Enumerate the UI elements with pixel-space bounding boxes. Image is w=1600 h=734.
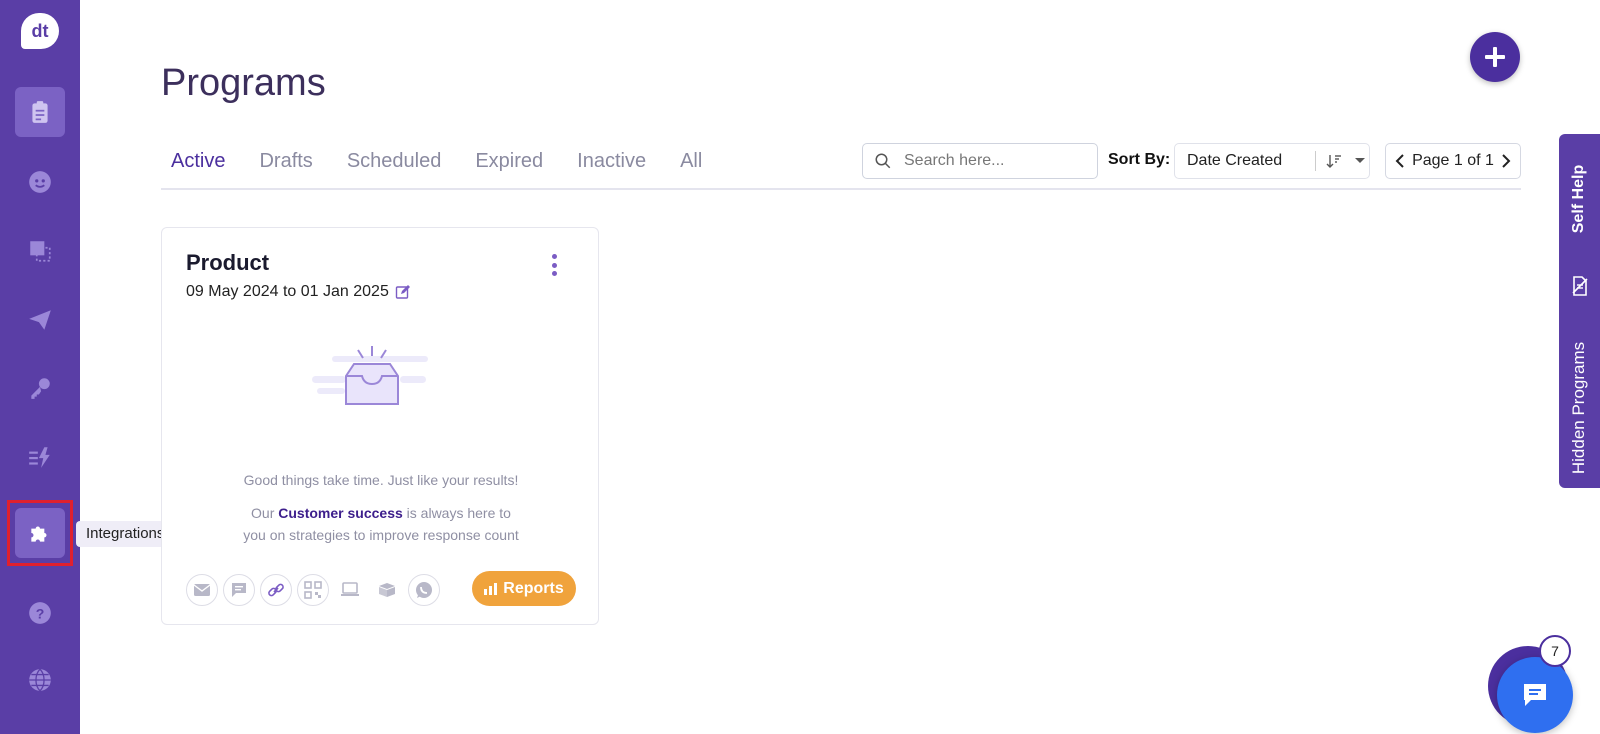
- email-icon[interactable]: [186, 574, 218, 606]
- help-icon: ?: [29, 602, 51, 624]
- date-start: 09 May 2024: [186, 283, 279, 300]
- chevron-down-icon: [1355, 158, 1365, 163]
- squares-icon: [30, 241, 51, 262]
- support-line3: you on strategies to improve response co…: [243, 527, 519, 543]
- reports-label: Reports: [503, 579, 564, 597]
- chat-icon: [1524, 684, 1546, 706]
- search-box: [862, 143, 1098, 179]
- date-to: to: [282, 283, 297, 300]
- box-icon[interactable]: [371, 574, 403, 606]
- chat-button[interactable]: [1497, 657, 1573, 733]
- program-dates: 09 May 2024 to 01 Jan 2025: [186, 283, 411, 301]
- link-icon[interactable]: [260, 574, 292, 606]
- edit-icon[interactable]: [395, 284, 411, 300]
- sidebar: dt ?: [0, 0, 80, 734]
- empty-inbox-illustration: [312, 346, 428, 405]
- highlight-box: [7, 500, 73, 566]
- sidebar-item-respondents[interactable]: [15, 157, 65, 207]
- sms-icon[interactable]: [223, 574, 255, 606]
- customer-success-link[interactable]: Customer success: [278, 505, 403, 521]
- reports-button[interactable]: Reports: [472, 571, 576, 606]
- sidebar-item-language[interactable]: [15, 655, 65, 705]
- tab-drafts[interactable]: Drafts: [249, 140, 322, 190]
- document-icon: [1571, 276, 1588, 296]
- page-indicator: Page 1 of 1: [1412, 152, 1494, 169]
- add-program-button[interactable]: [1470, 32, 1520, 82]
- notification-badge: 7: [1539, 635, 1571, 667]
- channel-icons: [186, 574, 445, 606]
- plus-icon: [1485, 47, 1505, 67]
- key-icon: [31, 378, 50, 399]
- sidebar-item-access[interactable]: [15, 363, 65, 413]
- whatsapp-icon[interactable]: [408, 574, 440, 606]
- hidden-programs-label: Hidden Programs: [1569, 341, 1589, 475]
- sort-order-icon[interactable]: [1326, 153, 1342, 169]
- sidebar-item-templates[interactable]: [15, 226, 65, 276]
- sidebar-item-help[interactable]: ?: [15, 588, 65, 638]
- sort-label: Sort By:: [1108, 151, 1171, 168]
- svg-text:?: ?: [36, 605, 45, 621]
- search-input[interactable]: [904, 152, 1084, 170]
- hidden-programs-tab[interactable]: Hidden Programs: [1559, 270, 1600, 485]
- tab-all[interactable]: All: [670, 140, 712, 190]
- program-card[interactable]: Product 09 May 2024 to 01 Jan 2025 Good …: [161, 227, 599, 625]
- qr-icon[interactable]: [297, 574, 329, 606]
- lightning-icon: [29, 447, 50, 468]
- self-help-tab[interactable]: Self Help: [1559, 134, 1600, 264]
- support-prefix: Our: [251, 505, 279, 521]
- self-help-label: Self Help: [1570, 164, 1588, 234]
- laptop-icon[interactable]: [334, 574, 366, 606]
- sidebar-item-programs[interactable]: [15, 87, 65, 137]
- program-title: Product: [186, 250, 270, 275]
- paper-plane-icon: [29, 310, 51, 330]
- program-tabs: Active Drafts Scheduled Expired Inactive…: [161, 140, 726, 190]
- chevron-right-icon[interactable]: [1500, 153, 1512, 169]
- tab-scheduled[interactable]: Scheduled: [337, 140, 452, 190]
- tab-expired[interactable]: Expired: [465, 140, 553, 190]
- support-message: Our Customer success is always here to y…: [162, 502, 600, 546]
- globe-icon: [29, 668, 51, 692]
- sort-value: Date Created: [1187, 152, 1283, 169]
- integrations-tooltip: Integrations: [76, 521, 175, 547]
- bar-chart-icon: [484, 582, 498, 595]
- app-logo[interactable]: dt: [21, 13, 59, 49]
- empty-message: Good things take time. Just like your re…: [243, 472, 519, 488]
- clipboard-icon: [32, 101, 48, 123]
- date-end: 01 Jan 2025: [300, 283, 389, 300]
- chevron-left-icon[interactable]: [1394, 153, 1406, 169]
- sidebar-item-distribute[interactable]: [15, 295, 65, 345]
- search-icon: [875, 153, 891, 169]
- pagination: Page 1 of 1: [1385, 143, 1521, 179]
- sort-separator: [1315, 151, 1316, 171]
- page-title: Programs: [161, 62, 326, 104]
- more-options-icon[interactable]: [547, 254, 561, 276]
- smiley-icon: [29, 171, 51, 193]
- sort-select[interactable]: Date Created: [1174, 143, 1370, 179]
- tab-active[interactable]: Active: [161, 140, 236, 190]
- support-suffix: is always here to: [402, 505, 511, 521]
- sidebar-item-automation[interactable]: [15, 432, 65, 482]
- tabs-divider: [161, 188, 1521, 190]
- tab-inactive[interactable]: Inactive: [567, 140, 656, 190]
